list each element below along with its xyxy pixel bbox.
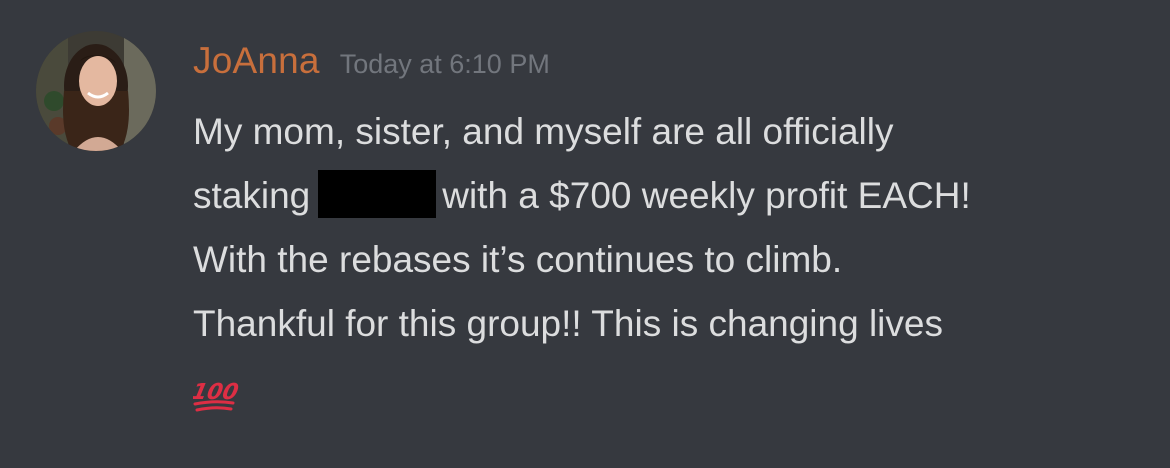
message-line: With the rebases it’s continues to climb… [193,239,843,280]
avatar-photo [36,31,156,151]
chat-message: JoAnna Today at 6:10 PM My mom, sister, a… [0,0,1170,468]
username[interactable]: JoAnna [193,40,320,81]
message-text: staking [193,175,311,216]
message-line: staking with a $700 weekly profit EACH! [193,164,1153,228]
redaction-bar [318,170,437,218]
message-line: Thankful for this group!! This is changi… [193,303,943,344]
emoji-line: 100 [189,358,1153,422]
message-header: JoAnna Today at 6:10 PM [193,40,550,92]
user-avatar[interactable] [36,31,156,151]
message-text: with a $700 weekly profit EACH! [442,175,971,216]
hundred-points-icon: 100 [189,369,241,415]
message-content: My mom, sister, and myself are all offic… [189,100,1153,422]
message-line: My mom, sister, and myself are all offic… [193,111,894,152]
timestamp: Today at 6:10 PM [339,49,550,79]
